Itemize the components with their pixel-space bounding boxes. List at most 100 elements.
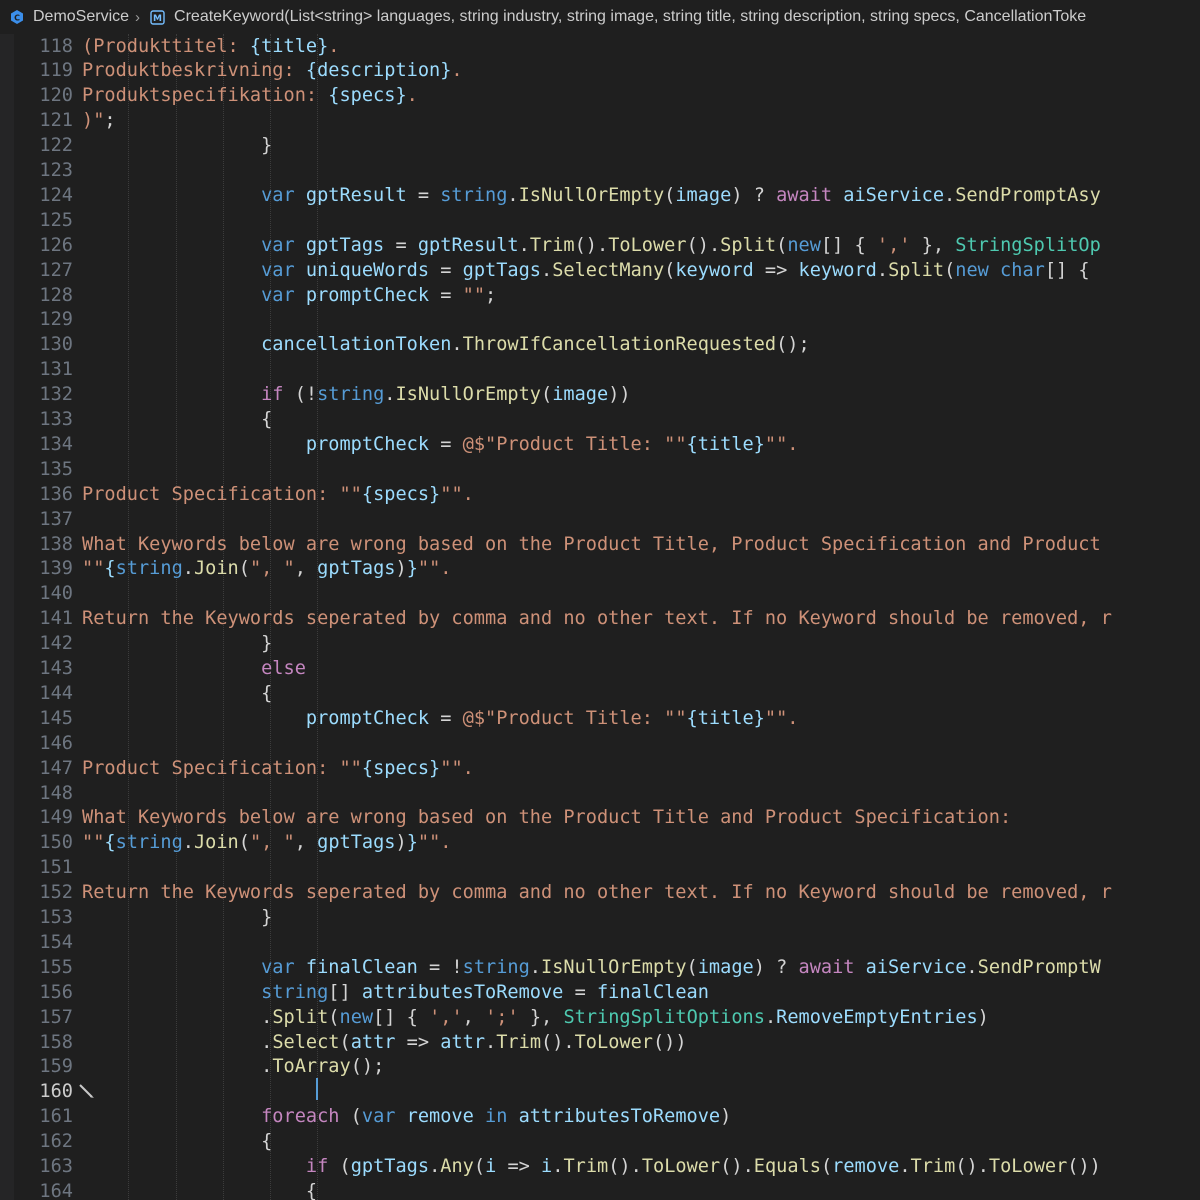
code-line[interactable]: 156 string[] attributesToRemove = finalC… [0,980,1200,1005]
code-text[interactable]: .Split(new[] { ',', ';' }, StringSplitOp… [82,1005,989,1030]
code-line[interactable]: 159 .ToArray(); [0,1054,1200,1079]
code-text[interactable]: var promptCheck = ""; [82,283,496,308]
code-text[interactable]: { [82,407,272,432]
code-line[interactable]: 154 [0,930,1200,955]
code-line[interactable]: 160 [0,1079,1200,1104]
code-editor[interactable]: 118 (Produkttitel: {title}. 119 Produktbesk… [0,34,1200,1200]
code-text[interactable]: What Keywords below are wrong based on t… [82,805,1011,830]
code-line[interactable]: 135 [0,457,1200,482]
code-line[interactable]: 152 Return the Keywords seperated by comm… [0,880,1200,905]
code-line[interactable]: 157 .Split(new[] { ',', ';' }, StringSpl… [0,1005,1200,1030]
code-text[interactable]: promptCheck = @$"Product Title: ""{title… [82,432,799,457]
code-line[interactable]: 151 [0,855,1200,880]
line-number: 123 [39,160,73,181]
code-line[interactable]: 149 What Keywords below are wrong based o… [0,805,1200,830]
code-line[interactable]: 134 promptCheck = @$"Product Title: ""{t… [0,432,1200,457]
code-token: ( [339,1031,351,1053]
code-line[interactable]: 127 var uniqueWords = gptTags.SelectMany… [0,258,1200,283]
code-token: [] [328,981,362,1003]
code-line[interactable]: 137 [0,507,1200,532]
code-text[interactable]: What Keywords below are wrong based on t… [82,532,1101,557]
code-line[interactable]: 123 [0,158,1200,183]
code-text[interactable]: var uniqueWords = gptTags.SelectMany(key… [82,258,1090,283]
code-line[interactable]: 158 .Select(attr => attr.Trim().ToLower(… [0,1030,1200,1055]
code-line[interactable]: 140 [0,581,1200,606]
code-line[interactable]: 133 { [0,407,1200,432]
code-line[interactable]: 126 var gptTags = gptResult.Trim().ToLow… [0,233,1200,258]
code-line[interactable]: 130 cancellationToken.ThrowIfCancellatio… [0,332,1200,357]
code-text[interactable]: else [82,656,306,681]
code-line[interactable]: 163 if (gptTags.Any(i => i.Trim().ToLowe… [0,1154,1200,1179]
code-text[interactable]: if (!string.IsNullOrEmpty(image)) [82,382,630,407]
code-line[interactable]: 119 Produktbeskrivning: {description}. [0,58,1200,83]
code-line[interactable]: 121)"; [0,108,1200,133]
line-number: 135 [39,458,73,480]
code-line[interactable]: 161 foreach (var remove in attributesToR… [0,1104,1200,1129]
code-line[interactable]: 138 What Keywords below are wrong based o… [0,532,1200,557]
code-line[interactable]: 131 [0,357,1200,382]
code-text[interactable]: Product Specification: ""{specs}"". [82,482,474,507]
code-line[interactable]: 155 var finalClean = !string.IsNullOrEmp… [0,955,1200,980]
code-text[interactable]: promptCheck = @$"Product Title: ""{title… [82,706,799,731]
code-text[interactable]: Produktbeskrivning: {description}. [82,58,463,83]
code-text[interactable]: var gptResult = string.IsNullOrEmpty(ima… [82,183,1101,208]
code-text[interactable]: { [82,681,272,706]
code-line[interactable]: 132 if (!string.IsNullOrEmpty(image)) [0,382,1200,407]
code-line[interactable]: 147 Product Specification: ""{specs}"". [0,756,1200,781]
code-text[interactable]: if (gptTags.Any(i => i.Trim().ToLower().… [82,1154,1101,1179]
code-line[interactable]: 139 ""{string.Join(", ", gptTags)}"". [0,556,1200,581]
code-line[interactable]: 145 promptCheck = @$"Product Title: ""{t… [0,706,1200,731]
breadcrumb-project[interactable]: DemoService [33,8,129,26]
code-line[interactable]: 124 var gptResult = string.IsNullOrEmpty… [0,183,1200,208]
code-token: i [485,1156,497,1177]
code-text[interactable]: var gptTags = gptResult.Trim().ToLower()… [82,233,1101,258]
code-token: [] { [1044,259,1090,281]
code-line[interactable]: 128 var promptCheck = ""; [0,283,1200,308]
code-text[interactable]: cancellationToken.ThrowIfCancellationReq… [82,332,810,357]
code-line[interactable]: 162 { [0,1129,1200,1154]
code-text[interactable]: .ToArray(); [82,1054,384,1079]
code-line[interactable]: 122 } [0,133,1200,158]
code-text[interactable]: string[] attributesToRemove = finalClean [82,980,709,1005]
code-text[interactable]: Return the Keywords seperated by comma a… [82,880,1112,905]
code-token: image [552,384,609,406]
code-text[interactable]: { [82,1179,317,1200]
code-line[interactable]: 164 { [0,1179,1200,1200]
code-text[interactable]: Product Specification: ""{specs}"". [82,756,474,781]
code-line[interactable]: 129 [0,307,1200,332]
code-text[interactable]: } [82,631,272,656]
code-line[interactable]: 120 Produktspecifikation: {specs}. [0,83,1200,108]
code-text[interactable]: } [82,133,272,158]
code-line[interactable]: 125 [0,208,1200,233]
code-line[interactable]: 146 [0,731,1200,756]
code-text[interactable]: var finalClean = !string.IsNullOrEmpty(i… [82,955,1101,980]
code-token: Any [440,1156,474,1177]
code-text[interactable]: )"; [82,108,116,133]
line-number: 122 [39,135,73,157]
code-text[interactable]: } [82,905,272,930]
code-line[interactable]: 143 else [0,656,1200,681]
code-token: ToArray [272,1056,351,1078]
code-line[interactable]: 153 } [0,905,1200,930]
code-line[interactable]: 150 ""{string.Join(", ", gptTags)}"". [0,830,1200,855]
code-text[interactable]: (Produkttitel: {title}. [82,34,340,59]
code-token: ( [776,234,788,256]
breadcrumb-method[interactable]: CreateKeyword(List<string> languages, st… [174,8,1086,26]
code-line[interactable]: 148 [0,781,1200,806]
code-line[interactable]: 118 (Produkttitel: {title}. [0,34,1200,59]
code-text[interactable]: ""{string.Join(", ", gptTags)}"". [82,556,452,581]
code-line[interactable]: 142 } [0,631,1200,656]
line-number: 146 [39,732,73,754]
code-text[interactable]: foreach (var remove in attributesToRemov… [82,1104,731,1129]
line-number: 127 [39,259,73,281]
code-line[interactable]: 144 { [0,681,1200,706]
code-token: . [529,956,541,978]
code-line[interactable]: 141 Return the Keywords seperated by comm… [0,606,1200,631]
code-text[interactable]: .Select(attr => attr.Trim().ToLower()) [82,1030,686,1055]
code-line[interactable]: 136 Product Specification: ""{specs}"". [0,482,1200,507]
code-text[interactable]: ""{string.Join(", ", gptTags)}"". [82,830,452,855]
code-token: {specs} [361,483,441,505]
code-text[interactable]: Return the Keywords seperated by comma a… [82,606,1112,631]
code-text[interactable]: Produktspecifikation: {specs}. [82,83,418,108]
code-text[interactable]: { [82,1129,272,1154]
